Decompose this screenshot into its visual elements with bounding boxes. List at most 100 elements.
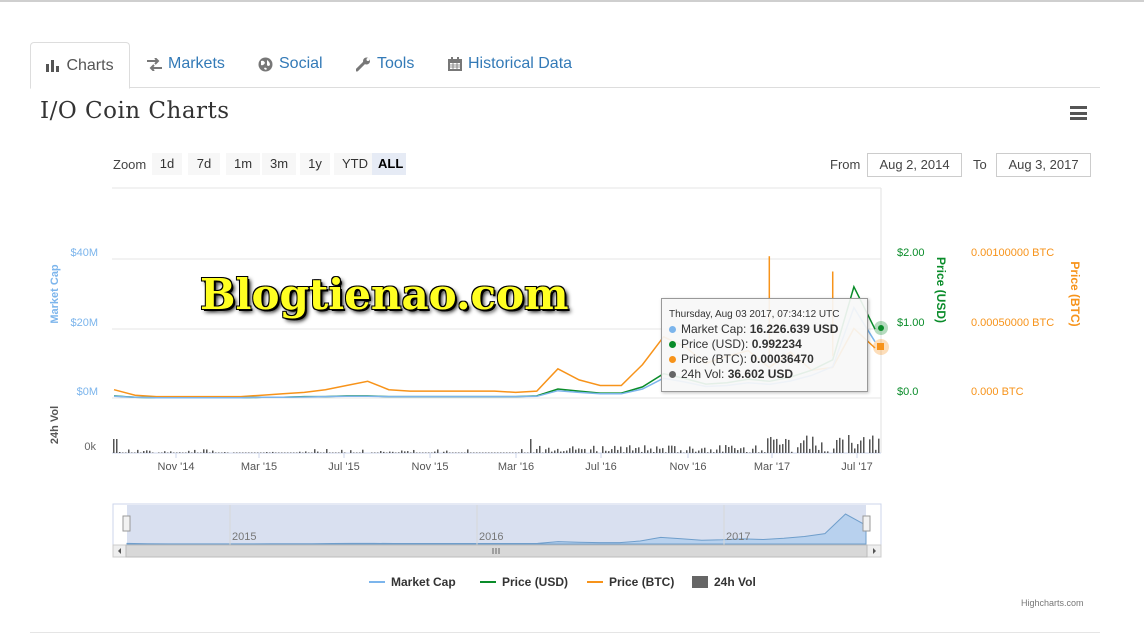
volume-bar bbox=[116, 439, 118, 453]
volume-bar bbox=[737, 450, 739, 453]
volume-bar bbox=[680, 450, 682, 453]
legend-label: 24h Vol bbox=[714, 575, 756, 589]
volume-bar bbox=[386, 452, 388, 453]
legend-item-volume[interactable]: 24h Vol bbox=[692, 574, 756, 590]
x-axis-tick-label: Mar '17 bbox=[754, 461, 790, 473]
legend-item-price-btc[interactable]: Price (BTC) bbox=[587, 574, 674, 590]
volume-bar bbox=[425, 452, 427, 453]
volume-bar bbox=[452, 452, 454, 453]
volume-bar bbox=[449, 452, 451, 453]
legend-bar-icon bbox=[692, 576, 708, 588]
legend-label: Price (USD) bbox=[502, 575, 569, 589]
volume-bar bbox=[623, 452, 625, 453]
volume-bar bbox=[545, 449, 547, 453]
volume-bar bbox=[407, 451, 409, 453]
volume-bar bbox=[752, 448, 754, 453]
volume-bar bbox=[533, 452, 535, 453]
volume-bar bbox=[326, 449, 328, 453]
volume-bar bbox=[380, 451, 382, 453]
volume-bar bbox=[470, 452, 472, 453]
volume-bar bbox=[746, 452, 748, 453]
volume-bar bbox=[182, 452, 184, 453]
volume-bar bbox=[716, 449, 718, 453]
volume-bar bbox=[593, 445, 595, 453]
volume-bar bbox=[494, 452, 496, 453]
volume-bar bbox=[128, 449, 130, 453]
highcharts-credit[interactable]: Highcharts.com bbox=[1021, 598, 1084, 608]
y-axis-btc-tick: 0.00100000 BTC bbox=[971, 247, 1054, 259]
volume-bar bbox=[833, 448, 835, 453]
volume-bar bbox=[629, 445, 631, 453]
volume-bar bbox=[485, 452, 487, 453]
volume-bar bbox=[560, 451, 562, 453]
volume-bar bbox=[722, 451, 724, 453]
volume-bar bbox=[203, 449, 205, 453]
x-axis-tick-label: Jul '16 bbox=[585, 461, 616, 473]
y-axis-left-tick: $0M bbox=[77, 386, 98, 398]
volume-bar bbox=[329, 452, 331, 453]
x-axis-tick-label: Mar '15 bbox=[241, 461, 277, 473]
tooltip-row-price-btc: Price (BTC): 0.00036470 bbox=[669, 352, 867, 367]
x-axis-tick-label: Mar '16 bbox=[498, 461, 534, 473]
volume-bar bbox=[638, 447, 640, 453]
volume-bar bbox=[821, 442, 823, 453]
volume-bar bbox=[554, 450, 556, 453]
navigator-right-handle-icon bbox=[862, 515, 871, 532]
volume-bar bbox=[140, 452, 142, 453]
volume-bar bbox=[314, 449, 316, 453]
volume-bar bbox=[323, 452, 325, 453]
legend-label: Market Cap bbox=[391, 575, 456, 589]
volume-bar bbox=[635, 448, 637, 453]
volume-bar bbox=[482, 452, 484, 453]
volume-bar bbox=[437, 449, 439, 453]
navigator-year-label: 2016 bbox=[479, 531, 503, 543]
volume-bar bbox=[224, 452, 226, 453]
volume-bar bbox=[302, 452, 304, 453]
volume-bar bbox=[281, 452, 283, 453]
volume-bar bbox=[740, 448, 742, 453]
volume-bar bbox=[827, 451, 829, 453]
volume-bar bbox=[497, 452, 499, 453]
volume-bar bbox=[287, 452, 289, 453]
price-usd-dot-icon bbox=[669, 341, 676, 349]
volume-bar bbox=[200, 452, 202, 453]
volume-bar bbox=[335, 452, 337, 453]
volume-bar bbox=[872, 435, 874, 453]
volume-bar bbox=[605, 450, 607, 453]
volume-bar bbox=[344, 452, 346, 453]
volume-bar bbox=[389, 451, 391, 453]
volume-bar bbox=[332, 452, 334, 453]
volume-bar bbox=[176, 452, 178, 453]
volume-bar bbox=[767, 438, 769, 453]
volume-bar bbox=[788, 439, 790, 453]
volume-bar bbox=[341, 449, 343, 453]
volume-bar bbox=[299, 451, 301, 453]
price-chart[interactable]: $0M $20M $40M Market Cap $0.0 $1.00 $2.00 Price… bbox=[0, 0, 1144, 636]
volume-bar bbox=[566, 450, 568, 453]
price-btc-dot-icon bbox=[669, 356, 676, 364]
volume-bar bbox=[158, 452, 160, 453]
section-divider bbox=[30, 632, 1100, 633]
volume-bar bbox=[620, 446, 622, 453]
tooltip-label: 24h Vol: bbox=[681, 367, 725, 381]
volume-bar bbox=[410, 452, 412, 453]
y-axis-btc-tick: 0.00050000 BTC bbox=[971, 317, 1054, 329]
volume-bar bbox=[755, 445, 757, 453]
volume-bar bbox=[677, 452, 679, 453]
volume-bar bbox=[185, 452, 187, 453]
legend-item-market-cap[interactable]: Market Cap bbox=[369, 574, 456, 590]
volume-bar bbox=[824, 451, 826, 453]
volume-bar bbox=[665, 452, 667, 453]
volume-bar bbox=[434, 451, 436, 453]
volume-bar bbox=[626, 447, 628, 453]
volume-bar bbox=[233, 452, 235, 453]
legend-item-price-usd[interactable]: Price (USD) bbox=[480, 574, 568, 590]
tooltip-value: 0.992234 bbox=[751, 337, 802, 351]
volume-bar bbox=[671, 445, 673, 453]
volume-bar bbox=[584, 448, 586, 453]
volume-bar bbox=[206, 449, 208, 453]
volume-bar bbox=[137, 449, 139, 453]
volume-bar bbox=[191, 452, 193, 453]
volume-bar bbox=[479, 452, 481, 453]
volume-bar bbox=[275, 452, 277, 453]
